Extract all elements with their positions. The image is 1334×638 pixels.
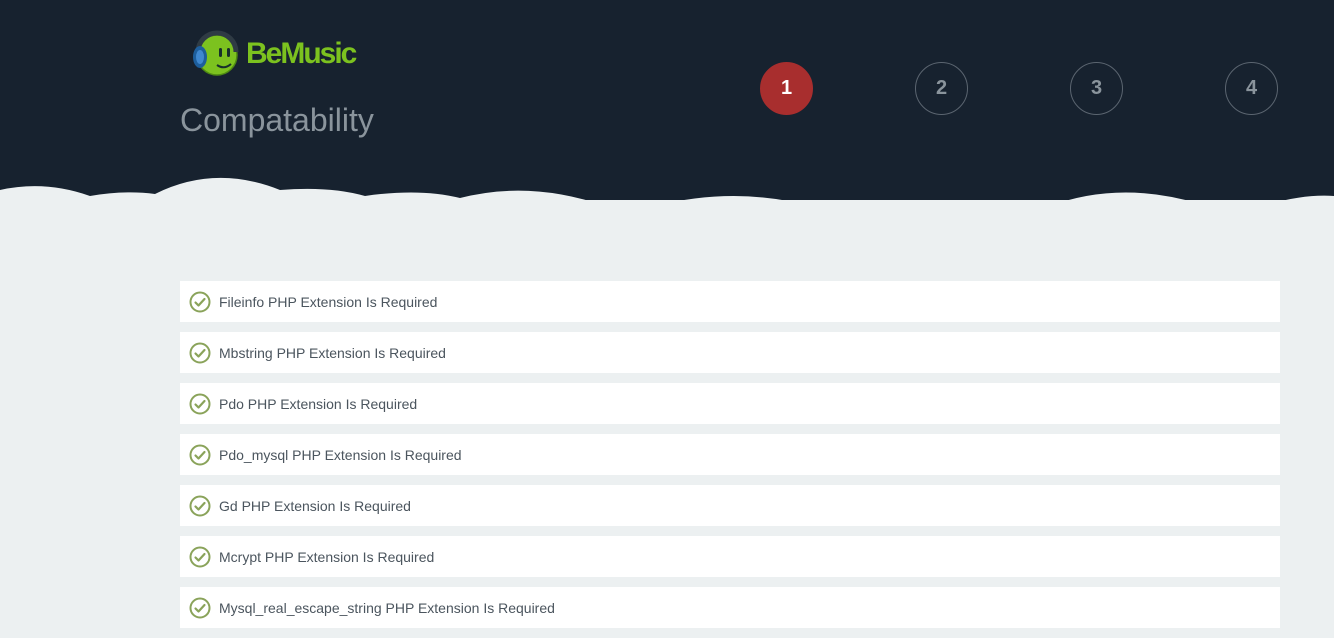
step-3[interactable]: 3	[1070, 62, 1123, 115]
step-indicator: 1 2 3 4	[0, 62, 1334, 116]
requirement-label: Mbstring PHP Extension Is Required	[219, 344, 446, 361]
list-item: Fileinfo PHP Extension Is Required	[180, 281, 1280, 322]
check-circle-icon	[189, 291, 211, 312]
requirement-label: Pdo_mysql PHP Extension Is Required	[219, 446, 462, 463]
cloud-divider	[0, 177, 1334, 228]
check-circle-icon	[189, 495, 211, 516]
list-item: Pdo PHP Extension Is Required	[180, 383, 1280, 424]
check-circle-icon	[189, 342, 211, 363]
requirement-label: Mysql_real_escape_string PHP Extension I…	[219, 599, 555, 616]
check-circle-icon	[189, 393, 211, 414]
requirement-label: Pdo PHP Extension Is Required	[219, 395, 418, 412]
list-item: Mcrypt PHP Extension Is Required	[180, 536, 1280, 577]
check-circle-icon	[189, 444, 211, 465]
check-circle-icon	[189, 546, 211, 567]
requirement-label: Fileinfo PHP Extension Is Required	[219, 293, 438, 310]
check-circle-icon	[189, 597, 211, 618]
step-1[interactable]: 1	[760, 62, 813, 115]
requirements-list: Fileinfo PHP Extension Is Required Mbstr…	[180, 281, 1280, 638]
list-item: Pdo_mysql PHP Extension Is Required	[180, 434, 1280, 475]
list-item: Mbstring PHP Extension Is Required	[180, 332, 1280, 373]
step-4[interactable]: 4	[1225, 62, 1278, 115]
requirement-label: Gd PHP Extension Is Required	[219, 497, 411, 514]
requirement-label: Mcrypt PHP Extension Is Required	[219, 548, 435, 565]
step-2[interactable]: 2	[915, 62, 968, 115]
list-item: Gd PHP Extension Is Required	[180, 485, 1280, 526]
list-item: Mysql_real_escape_string PHP Extension I…	[180, 587, 1280, 628]
